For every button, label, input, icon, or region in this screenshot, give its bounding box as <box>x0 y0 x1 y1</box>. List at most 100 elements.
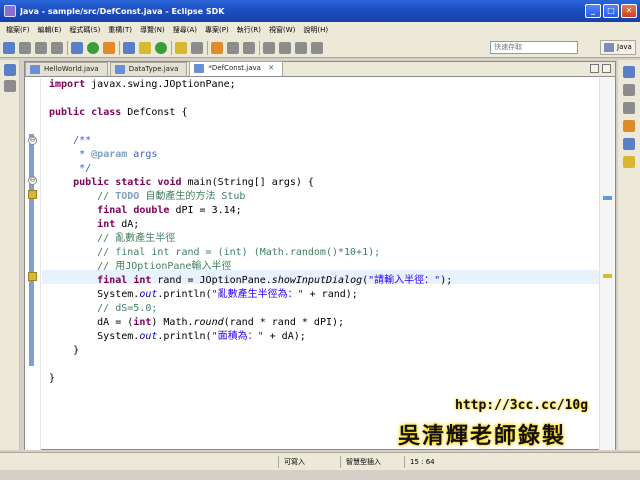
minimize-button[interactable]: _ <box>585 4 601 18</box>
watermark-author: 吳清輝老師錄製 <box>398 423 567 449</box>
menu-refactor[interactable]: 重構(T) <box>104 25 136 35</box>
fold-collapse-icon[interactable]: ⊖ <box>28 136 37 145</box>
code-text: ); <box>440 275 453 286</box>
string-literal: "請輸入半徑：" <box>368 275 441 286</box>
menu-project[interactable]: 專案(P) <box>201 25 233 35</box>
code-text: DefConst { <box>121 107 188 118</box>
toolbar-separator <box>171 40 172 55</box>
menu-navigate[interactable]: 導覽(N) <box>136 25 169 35</box>
editor-tabs: HelloWorld.java DataType.java *DefConst.… <box>25 61 615 77</box>
package-explorer-icon[interactable] <box>4 80 16 92</box>
search-icon[interactable] <box>191 41 203 54</box>
restore-view-icon[interactable] <box>623 66 635 78</box>
overview-ruler[interactable] <box>599 78 615 450</box>
watermark-url: http://3cc.cc/10g <box>455 398 589 413</box>
code-text: System. <box>49 331 140 342</box>
code-text: main(String[] args) { <box>181 177 314 188</box>
new-class-icon[interactable] <box>155 41 167 54</box>
code-text: rand = JOptionPane. <box>151 275 272 286</box>
field-name: out <box>139 289 158 300</box>
run-icon[interactable] <box>87 41 99 54</box>
code-line: import javax.swing.JOptionPane; <box>49 78 236 92</box>
close-button[interactable]: ✕ <box>621 4 637 18</box>
previous-annotation-icon[interactable] <box>279 41 291 54</box>
back-icon[interactable] <box>295 41 307 54</box>
menu-window[interactable]: 視窗(W) <box>265 25 299 35</box>
maximize-button[interactable]: □ <box>603 4 619 18</box>
menu-help[interactable]: 說明(H) <box>299 25 332 35</box>
new-java-project-icon[interactable] <box>123 41 135 54</box>
code-line: /** <box>49 135 92 146</box>
method-name: round <box>193 317 224 328</box>
task-list-icon[interactable] <box>623 102 635 114</box>
menu-run[interactable]: 執行(R) <box>233 25 265 35</box>
code-text: System. <box>49 289 140 300</box>
mark-occurrences-icon[interactable] <box>211 41 223 54</box>
new-package-icon[interactable] <box>139 41 151 54</box>
task-overview-mark[interactable] <box>603 196 612 200</box>
external-tools-icon[interactable] <box>103 41 115 54</box>
next-annotation-icon[interactable] <box>263 41 275 54</box>
keyword: static <box>115 177 152 188</box>
tab-helloworld[interactable]: HelloWorld.java <box>25 62 108 76</box>
keyword: double <box>133 205 170 216</box>
minimize-editor-icon[interactable] <box>590 64 599 73</box>
code-text: (rand * rand * dPI); <box>223 317 345 328</box>
code-text: .println( <box>157 289 212 300</box>
fold-collapse-icon[interactable]: ⊖ <box>28 176 37 185</box>
show-whitespace-icon[interactable] <box>243 41 255 54</box>
save-all-icon[interactable] <box>35 41 47 54</box>
string-literal: "亂數產生半徑為：" <box>211 289 304 300</box>
save-icon[interactable] <box>19 41 31 54</box>
code-text: .println( <box>157 331 212 342</box>
bottom-strip <box>0 470 640 480</box>
code-line: // 用JOptionPane輸入半徑 <box>49 261 232 272</box>
title-bar: Java - sample/src/DefConst.java - Eclips… <box>0 0 640 22</box>
eclipse-window: Java - sample/src/DefConst.java - Eclips… <box>0 0 640 480</box>
status-insert-mode: 智慧型插入 <box>340 456 402 468</box>
menu-edit[interactable]: 編輯(E) <box>34 25 66 35</box>
tab-defconst[interactable]: *DefConst.java ✕ <box>189 61 284 76</box>
menu-file[interactable]: 檔案(F) <box>2 25 34 35</box>
outline-icon[interactable] <box>623 84 635 96</box>
code-line: final double dPI = 3.14; <box>49 204 242 218</box>
code-text: ) Math. <box>151 317 194 328</box>
code-line: } <box>49 345 80 356</box>
code-line: System.out.println("面積為：" + dA); <box>49 330 306 344</box>
toggle-block-selection-icon[interactable] <box>227 41 239 54</box>
debug-icon[interactable] <box>71 41 83 54</box>
javadoc-icon[interactable] <box>623 138 635 150</box>
status-writable: 可寫入 <box>278 456 334 468</box>
forward-icon[interactable] <box>311 41 323 54</box>
menu-search[interactable]: 搜尋(A) <box>169 25 201 35</box>
problems-icon[interactable] <box>623 120 635 132</box>
java-perspective-button[interactable]: Java <box>600 40 636 55</box>
restore-view-icon[interactable] <box>4 64 16 76</box>
warning-overview-mark[interactable] <box>603 274 612 278</box>
right-trim-bar <box>618 60 640 450</box>
print-icon[interactable] <box>51 41 63 54</box>
keyword: public <box>73 177 110 188</box>
code-line: final int rand = JOptionPane.showInputDi… <box>49 274 452 288</box>
code-line: System.out.println("亂數產生半徑為：" + rand); <box>49 288 358 302</box>
status-cursor-position: 15 : 64 <box>404 456 454 468</box>
tab-datatype[interactable]: DataType.java <box>109 62 188 76</box>
keyword: final <box>97 275 128 286</box>
new-icon[interactable] <box>3 41 15 54</box>
code-line: int dA; <box>49 218 139 232</box>
code-line: public class DefConst { <box>49 106 188 120</box>
menu-source[interactable]: 程式碼(S) <box>65 25 104 35</box>
quick-access-input[interactable]: 快速存取 <box>490 41 578 54</box>
open-type-icon[interactable] <box>175 41 187 54</box>
code-text: dPI = 3.14; <box>169 205 242 216</box>
code-editor[interactable]: HelloWorld.java DataType.java *DefConst.… <box>24 61 616 450</box>
code-text: + dA); <box>263 331 306 342</box>
scope-indicator <box>29 134 34 366</box>
close-tab-icon[interactable]: ✕ <box>268 64 274 72</box>
declaration-icon[interactable] <box>623 156 635 168</box>
toolbar-separator <box>207 40 208 55</box>
maximize-editor-icon[interactable] <box>602 64 611 73</box>
eclipse-icon <box>4 5 16 17</box>
keyword: void <box>157 177 182 188</box>
code-text: javax.swing.JOptionPane; <box>85 79 236 90</box>
